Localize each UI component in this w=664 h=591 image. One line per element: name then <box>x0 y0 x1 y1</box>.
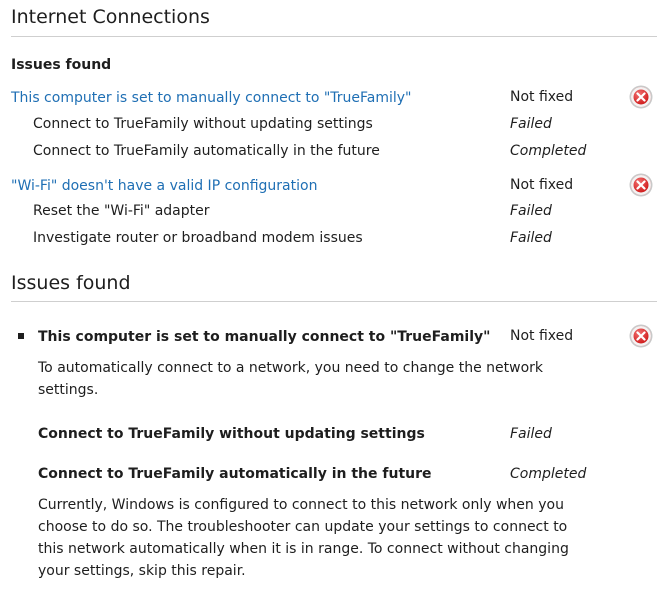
detail-issue-status: Not fixed <box>510 328 574 344</box>
repair-step-result: Failed <box>510 116 552 132</box>
repair-step-result: Completed <box>510 143 587 159</box>
issue-link-wifi-ip[interactable]: "Wi-Fi" doesn't have a valid IP configur… <box>11 177 317 195</box>
detail-issue-title: This computer is set to manually connect… <box>38 329 491 345</box>
summary-heading: Issues found <box>11 57 112 73</box>
detail-issue-description: To automatically connect to a network, y… <box>38 360 543 398</box>
repair-step-label: Investigate router or broadband modem is… <box>33 230 363 246</box>
error-x-icon <box>631 326 651 346</box>
issue-status: Not fixed <box>510 177 574 193</box>
repair-step-result: Failed <box>510 230 552 246</box>
details-divider <box>11 301 657 302</box>
detail-step-result: Failed <box>510 426 552 442</box>
bullet-marker <box>18 333 24 339</box>
detail-step-title: Connect to TrueFamily without updating s… <box>38 426 425 442</box>
error-x-icon <box>631 175 651 195</box>
error-x-icon <box>631 87 651 107</box>
repair-step-result: Failed <box>510 203 552 219</box>
repair-step-label: Reset the "Wi-Fi" adapter <box>33 203 210 219</box>
repair-step-label: Connect to TrueFamily without updating s… <box>33 116 373 132</box>
page-title: Internet Connections <box>11 6 210 28</box>
title-divider <box>11 36 657 37</box>
issue-link-manual-connect[interactable]: This computer is set to manually connect… <box>11 89 412 107</box>
detail-step-title: Connect to TrueFamily automatically in t… <box>38 466 432 482</box>
details-heading: Issues found <box>11 272 131 294</box>
issue-status: Not fixed <box>510 89 574 105</box>
detail-step-description: Currently, Windows is configured to conn… <box>38 497 569 579</box>
detail-step-result: Completed <box>510 466 587 482</box>
repair-step-label: Connect to TrueFamily automatically in t… <box>33 143 380 159</box>
